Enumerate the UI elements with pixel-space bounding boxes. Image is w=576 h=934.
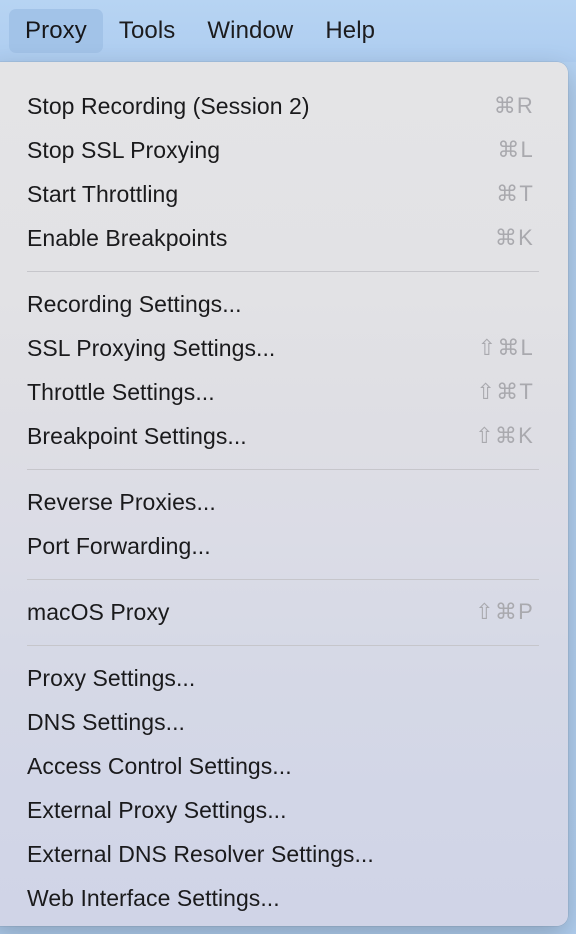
menu-item-label: Enable Breakpoints <box>27 224 228 251</box>
menu-item-label: Access Control Settings... <box>27 752 292 779</box>
menu-item-label: DNS Settings... <box>27 708 185 735</box>
menu-item-port-forwarding[interactable]: Port Forwarding... <box>0 524 559 568</box>
menu-item-stop-ssl-proxying[interactable]: Stop SSL Proxying ⌘L <box>0 128 559 172</box>
menu-item-recording-settings[interactable]: Recording Settings... <box>0 282 559 326</box>
menu-item-label: Stop Recording (Session 2) <box>27 92 310 119</box>
menu-item-label: Web Interface Settings... <box>27 884 280 911</box>
proxy-menu-items: Stop Recording (Session 2) ⌘R Stop SSL Pro… <box>0 62 568 926</box>
menu-item-label: External Proxy Settings... <box>27 796 287 823</box>
menu-item-shortcut: ⌘R <box>493 93 534 118</box>
menu-item-dns-settings[interactable]: DNS Settings... <box>0 700 559 744</box>
menu-item-shortcut: ⌘K <box>494 225 534 250</box>
menu-item-shortcut: ⌘L <box>497 137 534 162</box>
menu-item-throttle-settings[interactable]: Throttle Settings... ⇧⌘T <box>0 370 559 414</box>
menu-separator <box>27 469 539 470</box>
menu-item-label: Port Forwarding... <box>27 532 211 559</box>
menu-bar-item-tools[interactable]: Tools <box>103 9 192 53</box>
menu-item-stop-recording-session-2[interactable]: Stop Recording (Session 2) ⌘R <box>0 84 559 128</box>
menu-bar-item-help[interactable]: Help <box>309 9 391 53</box>
screen: Proxy Tools Window Help Stop Recording (Ses… <box>0 0 576 934</box>
menu-item-enable-breakpoints[interactable]: Enable Breakpoints ⌘K <box>0 216 559 260</box>
menu-separator <box>27 271 539 272</box>
menu-item-reverse-proxies[interactable]: Reverse Proxies... <box>0 480 559 524</box>
menu-item-label: macOS Proxy <box>27 598 170 625</box>
menu-item-label: Start Throttling <box>27 180 179 207</box>
menu-item-shortcut: ⌘T <box>496 181 534 206</box>
menu-item-label: Breakpoint Settings... <box>27 422 247 449</box>
menu-item-label: Throttle Settings... <box>27 378 215 405</box>
menu-bar: Proxy Tools Window Help <box>0 0 576 62</box>
menu-item-proxy-settings[interactable]: Proxy Settings... <box>0 656 559 700</box>
menu-item-label: Reverse Proxies... <box>27 488 216 515</box>
menu-item-breakpoint-settings[interactable]: Breakpoint Settings... ⇧⌘K <box>0 414 559 458</box>
menu-item-label: Recording Settings... <box>27 290 242 317</box>
proxy-menu-dropdown: Stop Recording (Session 2) ⌘R Stop SSL Pro… <box>0 62 568 926</box>
menu-item-macos-proxy[interactable]: macOS Proxy ⇧⌘P <box>0 590 559 634</box>
menu-bar-item-proxy[interactable]: Proxy <box>9 9 103 53</box>
menu-item-start-throttling[interactable]: Start Throttling ⌘T <box>0 172 559 216</box>
menu-item-web-interface-settings[interactable]: Web Interface Settings... <box>0 876 559 920</box>
menu-item-shortcut: ⇧⌘L <box>477 335 534 360</box>
menu-item-label: Proxy Settings... <box>27 664 196 691</box>
menu-item-external-proxy-settings[interactable]: External Proxy Settings... <box>0 788 559 832</box>
menu-item-shortcut: ⇧⌘K <box>475 423 534 448</box>
menu-item-label: Stop SSL Proxying <box>27 136 221 163</box>
menu-item-label: SSL Proxying Settings... <box>27 334 276 361</box>
menu-separator <box>27 645 539 646</box>
menu-item-shortcut: ⇧⌘T <box>476 379 534 404</box>
menu-item-access-control-settings[interactable]: Access Control Settings... <box>0 744 559 788</box>
menu-item-shortcut: ⇧⌘P <box>475 599 534 624</box>
menu-item-label: External DNS Resolver Settings... <box>27 840 374 867</box>
menu-separator <box>27 579 539 580</box>
menu-item-external-dns-resolver-settings[interactable]: External DNS Resolver Settings... <box>0 832 559 876</box>
menu-bar-items: Proxy Tools Window Help <box>0 0 391 62</box>
menu-bar-item-window[interactable]: Window <box>191 9 309 53</box>
menu-item-ssl-proxying-settings[interactable]: SSL Proxying Settings... ⇧⌘L <box>0 326 559 370</box>
